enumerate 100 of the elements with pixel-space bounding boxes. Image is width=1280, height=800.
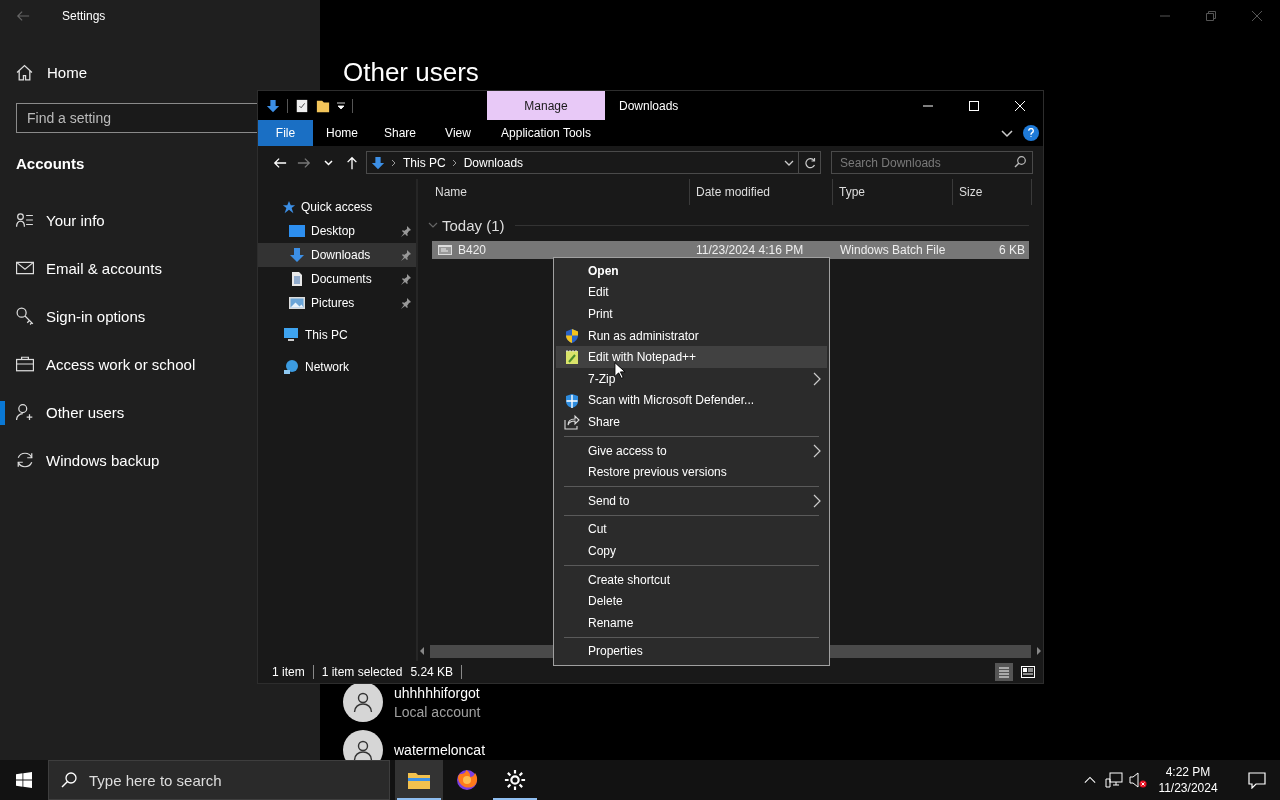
search-field[interactable]: Search Downloads (831, 151, 1033, 174)
menu-item[interactable]: Delete (556, 590, 827, 612)
windows-logo-icon (16, 772, 32, 788)
menu-item[interactable]: Edit (556, 281, 827, 304)
column-header[interactable]: Name (418, 179, 690, 205)
muted-speaker-icon (1129, 772, 1147, 788)
nav-pane-item[interactable]: Downloads (258, 243, 416, 267)
pin-icon (400, 297, 412, 309)
item-count: 1 item (272, 665, 306, 679)
nav-pane-item[interactable]: Network (258, 355, 416, 379)
details-view-icon (998, 666, 1010, 678)
taskbar-search-field[interactable]: Type here to search (48, 760, 390, 800)
account-type: Local account (394, 703, 481, 720)
menu-item[interactable]: Scan with Microsoft Defender... (556, 389, 827, 412)
menu-item[interactable]: Send to (556, 489, 827, 512)
batch-file-icon (437, 243, 453, 257)
properties-icon (295, 97, 309, 114)
person-add-icon (16, 403, 34, 421)
close-icon (1015, 100, 1025, 111)
menu-item[interactable]: Rename (556, 611, 827, 634)
nav-item[interactable]: Email & accounts (0, 244, 170, 292)
wired-network-icon (1105, 772, 1123, 788)
chevron-right-icon (391, 158, 397, 167)
clock-date: 11/23/2024 (1158, 780, 1218, 796)
breadcrumb[interactable]: Downloads (463, 155, 524, 170)
group-header[interactable]: Today (1) (442, 216, 505, 234)
sync-icon (16, 451, 34, 469)
window-title: Downloads (619, 98, 679, 113)
network-icon (282, 359, 300, 375)
search-icon (1014, 156, 1026, 168)
ribbon-tab[interactable]: Application Tools (487, 120, 605, 146)
file-name: B420 (458, 243, 487, 257)
address-bar[interactable]: This PC Downloads (366, 151, 821, 174)
table-cell-text: 11/23/2024 4:16 PM (695, 243, 805, 257)
column-header[interactable]: Size (953, 179, 1032, 205)
nav-item[interactable]: Your info (0, 196, 113, 244)
user-name: watermeloncat (394, 742, 486, 758)
page-title: Other users (343, 56, 479, 88)
share-icon (564, 414, 580, 431)
menu-item[interactable]: Share (556, 411, 827, 433)
dropdown-icon (337, 101, 345, 110)
nav-pane-item[interactable]: This PC (258, 323, 416, 347)
search-icon (61, 772, 77, 788)
download-arrow-icon (289, 247, 305, 263)
menu-item[interactable]: Restore previous versions (556, 461, 827, 483)
contextual-tab-header[interactable]: Manage (487, 91, 605, 120)
search-field[interactable]: Find a setting (16, 103, 258, 133)
nav-pane-item[interactable]: Documents (258, 267, 416, 291)
nav-item[interactable]: Other users (0, 388, 133, 436)
menu-item[interactable]: Run as administrator (556, 324, 827, 347)
speech-bubble-icon (1248, 771, 1266, 789)
taskbar-app[interactable] (395, 760, 443, 800)
nav-item[interactable]: Sign-in options (0, 292, 154, 340)
nav-pane-item[interactable]: Pictures (258, 291, 416, 315)
large-icons-view-button[interactable] (1019, 663, 1037, 681)
menu-item[interactable]: Create shortcut (556, 568, 827, 591)
download-arrow-icon (266, 97, 280, 114)
star-icon (282, 200, 296, 214)
person-icon (352, 691, 374, 713)
desktop-icon (289, 223, 305, 239)
breadcrumb[interactable]: This PC (403, 155, 446, 170)
restore-icon (1206, 11, 1216, 21)
column-header[interactable]: Type (833, 179, 953, 205)
table-cell-text: Windows Batch File (839, 243, 947, 257)
section-heading: Accounts (16, 155, 85, 172)
ribbon-tab[interactable]: Share (371, 120, 429, 146)
folder-icon (407, 770, 431, 790)
question-mark-icon (1027, 128, 1035, 138)
menu-item[interactable]: Edit with Notepad++ (556, 346, 827, 368)
menu-item[interactable]: Print (556, 303, 827, 325)
menu-item[interactable]: Cut (556, 518, 827, 541)
menu-item[interactable]: Copy (556, 540, 827, 562)
menu-item[interactable]: Give access to (556, 439, 827, 462)
menu-item[interactable]: Properties (556, 640, 827, 663)
briefcase-icon (16, 355, 34, 373)
nav-item[interactable]: Windows backup (0, 436, 168, 484)
ribbon-tab[interactable]: View (429, 120, 487, 146)
file-row[interactable]: B420 11/23/2024 4:16 PM Windows Batch File 6 KB (432, 241, 1029, 259)
ribbon-tab[interactable]: Home (313, 120, 371, 146)
up-arrow-icon (345, 155, 359, 170)
nav-pane-item[interactable]: Desktop (258, 219, 416, 243)
column-header[interactable]: Date modified (690, 179, 833, 205)
pin-icon (400, 225, 412, 237)
pin-icon (400, 249, 412, 261)
user-name: uhhhhhiforgot (394, 684, 481, 701)
forward-arrow-icon (297, 155, 311, 170)
notepad-icon (564, 349, 580, 366)
selection-size: 5.24 KB (410, 665, 455, 679)
help-icon[interactable] (1023, 125, 1039, 141)
home-nav-item[interactable]: Home (16, 56, 87, 88)
menu-item[interactable]: Open (556, 260, 827, 282)
details-view-button[interactable] (995, 663, 1013, 681)
refresh-icon (803, 156, 816, 169)
settings-icon (504, 769, 526, 791)
nav-item[interactable]: Access work or school (0, 340, 204, 388)
close-icon (1252, 11, 1262, 21)
scroll-right-icon (1035, 647, 1043, 655)
table-cell-text: 6 KB (998, 243, 1026, 257)
nav-pane-item[interactable]: Quick access (258, 195, 416, 219)
chevron-down-icon (428, 220, 438, 230)
